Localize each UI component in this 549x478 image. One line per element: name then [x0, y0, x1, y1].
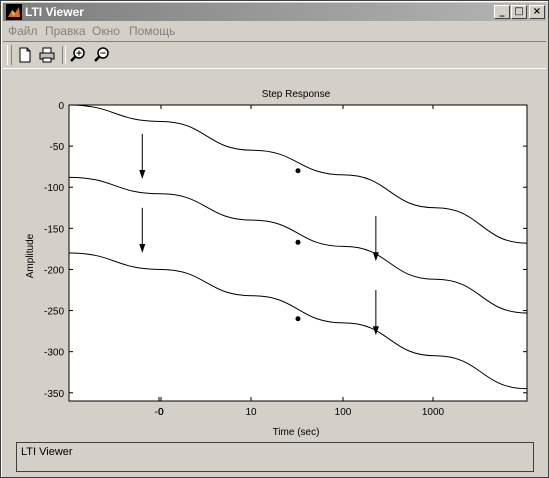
chart-title: Step Response [262, 89, 331, 100]
matlab-app-icon [6, 4, 22, 20]
series-marker-2 [295, 239, 301, 245]
status-bar: LTI Viewer [16, 442, 534, 472]
status-text: LTI Viewer [21, 446, 73, 458]
plot-area[interactable] [68, 104, 528, 402]
menu-file[interactable]: Файл [8, 24, 38, 38]
toolbar-grip[interactable] [7, 45, 12, 65]
y-axis-label: Amplitude [25, 233, 36, 278]
title-bar[interactable]: LTI Viewer _ □ × [3, 3, 546, 21]
y-tick-label: -200 [44, 265, 64, 276]
y-tick-label: -300 [44, 348, 64, 359]
zoom-in-icon[interactable] [68, 45, 88, 65]
new-file-icon[interactable] [15, 45, 35, 65]
menu-edit[interactable]: Правка [45, 24, 86, 38]
x-tick-label: 0 [158, 407, 164, 418]
minimize-button[interactable]: _ [494, 5, 510, 19]
y-tick-label: -150 [44, 224, 64, 235]
y-tick-label: -250 [44, 307, 64, 318]
x-axis-label: Time (sec) [273, 427, 320, 438]
series-marker-3 [295, 316, 301, 322]
x-tick-label: 100 [335, 407, 352, 418]
y-tick-label: -350 [44, 389, 64, 400]
x-tick-label: 1000 [422, 407, 445, 418]
menu-help[interactable]: Помощь [129, 24, 175, 38]
x-tick-label: 10 [245, 407, 257, 418]
print-icon[interactable] [37, 45, 57, 65]
lti-viewer-window: LTI Viewer _ □ × Файл Правка Окно Помощь [0, 0, 549, 478]
y-tick-label: -50 [50, 142, 65, 153]
series-marker-1 [295, 168, 301, 174]
menu-bar: Файл Правка Окно Помощь [3, 22, 546, 40]
close-button[interactable]: × [529, 5, 545, 19]
window-title: LTI Viewer [25, 5, 84, 19]
y-tick-label: -100 [44, 183, 64, 194]
maximize-button[interactable]: □ [511, 5, 527, 19]
toolbar [3, 41, 546, 69]
y-tick-label: 0 [58, 101, 64, 112]
step-response-plot[interactable]: Step Response 0 -50 -100 -150 -200 -250 -300 -3… [1, 71, 549, 441]
menu-window[interactable]: Окно [92, 24, 120, 38]
zoom-out-icon[interactable] [92, 45, 112, 65]
toolbar-separator [62, 46, 66, 64]
